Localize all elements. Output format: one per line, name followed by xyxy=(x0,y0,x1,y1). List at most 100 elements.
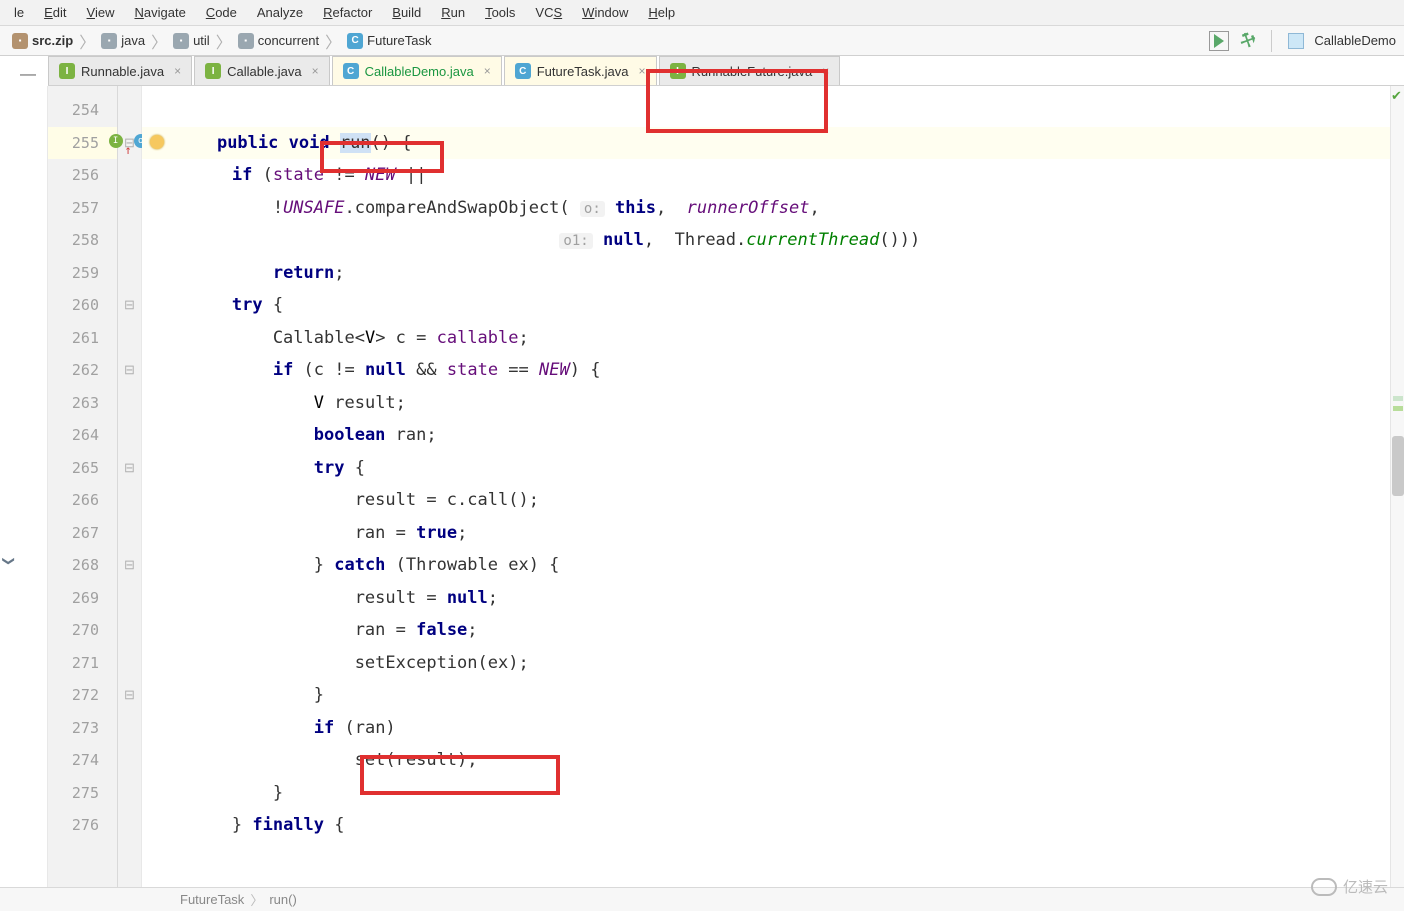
line-number[interactable]: 275 xyxy=(48,777,117,810)
menu-run[interactable]: Run xyxy=(431,2,475,23)
menu-tools[interactable]: Tools xyxy=(475,2,525,23)
code-line[interactable]: } xyxy=(142,679,1390,712)
build-icon[interactable]: ⚒ xyxy=(1236,28,1260,54)
class-icon xyxy=(347,33,363,49)
editor-tab[interactable]: Callable.java× xyxy=(194,56,329,85)
code-line[interactable] xyxy=(142,94,1390,127)
menu-edit[interactable]: Edit xyxy=(34,2,76,23)
close-icon[interactable]: × xyxy=(174,64,181,78)
menu-analyze[interactable]: Analyze xyxy=(247,2,313,23)
code-line[interactable]: set(result); xyxy=(142,744,1390,777)
menu-refactor[interactable]: Refactor xyxy=(313,2,382,23)
line-number[interactable]: 269 xyxy=(48,582,117,615)
breadcrumb-status-bar: FutureTask 〉 run() xyxy=(0,887,1404,911)
run-config-label[interactable]: CallableDemo xyxy=(1314,33,1396,48)
close-icon[interactable]: × xyxy=(822,64,829,78)
line-number[interactable]: 268 xyxy=(48,549,117,582)
run-button[interactable] xyxy=(1209,31,1229,51)
tab-label: CallableDemo.java xyxy=(365,64,474,79)
menu-window[interactable]: Window xyxy=(572,2,638,23)
code-line[interactable]: setException(ex); xyxy=(142,647,1390,680)
line-number[interactable]: 266 xyxy=(48,484,117,517)
code-line[interactable]: if (c != null && state == NEW) { xyxy=(142,354,1390,387)
editor-tab[interactable]: CallableDemo.java × xyxy=(332,56,502,85)
menu-le[interactable]: le xyxy=(4,2,34,23)
line-number[interactable]: 267 xyxy=(48,517,117,550)
line-number[interactable]: 271 xyxy=(48,647,117,680)
close-icon[interactable]: × xyxy=(312,64,319,78)
line-number[interactable]: 264 xyxy=(48,419,117,452)
close-icon[interactable]: × xyxy=(639,64,646,78)
editor-tab[interactable]: Runnable.java× xyxy=(48,56,192,85)
code-line[interactable]: result = c.call(); xyxy=(142,484,1390,517)
line-number[interactable]: 262 xyxy=(48,354,117,387)
tool-strip-left: ❯ xyxy=(0,86,48,887)
code-line[interactable]: V result; xyxy=(142,387,1390,420)
line-number[interactable]: 263 xyxy=(48,387,117,420)
code-line[interactable]: !UNSAFE.compareAndSwapObject( o: this, r… xyxy=(142,192,1390,225)
breadcrumb-item[interactable]: FutureTask xyxy=(343,33,435,49)
code-line[interactable]: try { xyxy=(142,289,1390,322)
line-number[interactable]: 276 xyxy=(48,809,117,842)
status-class[interactable]: FutureTask xyxy=(180,892,244,907)
line-number[interactable]: 255I↑ o↓ xyxy=(48,127,117,160)
line-number[interactable]: 256 xyxy=(48,159,117,192)
fold-gutter-cell xyxy=(118,94,141,127)
line-number[interactable]: 261 xyxy=(48,322,117,355)
code-line[interactable]: return; xyxy=(142,257,1390,290)
code-line[interactable]: result = null; xyxy=(142,582,1390,615)
code-line[interactable]: } xyxy=(142,777,1390,810)
breadcrumb-item[interactable]: ▪src.zip xyxy=(8,33,77,49)
code-line[interactable]: if (ran) xyxy=(142,712,1390,745)
menu-navigate[interactable]: Navigate xyxy=(124,2,195,23)
fold-icon[interactable]: ⊟ xyxy=(124,687,135,703)
code-editor[interactable]: public void run() { if (state != NEW || … xyxy=(142,86,1390,887)
fold-icon[interactable]: ⊟ xyxy=(124,557,135,573)
breadcrumb-item[interactable]: ▪ concurrent xyxy=(234,33,323,49)
code-line[interactable]: boolean ran; xyxy=(142,419,1390,452)
fold-gutter-cell xyxy=(118,614,141,647)
breadcrumb-item[interactable]: ▪java xyxy=(97,33,149,49)
line-number[interactable]: 272 xyxy=(48,679,117,712)
status-method[interactable]: run() xyxy=(269,892,296,907)
line-number[interactable]: 254 xyxy=(48,94,117,127)
breadcrumb-item[interactable]: ▪util xyxy=(169,33,214,49)
menu-view[interactable]: View xyxy=(77,2,125,23)
folder-icon: ▪ xyxy=(238,33,254,49)
override-icon[interactable]: I xyxy=(109,134,123,148)
editor-tab[interactable]: FutureTask.java× xyxy=(504,56,657,85)
fold-icon[interactable]: ⊟ xyxy=(124,362,135,378)
menu-build[interactable]: Build xyxy=(382,2,431,23)
line-number[interactable]: 273 xyxy=(48,712,117,745)
scrollbar-thumb[interactable] xyxy=(1392,436,1404,496)
fold-icon[interactable]: ⊟ xyxy=(124,460,135,476)
code-line[interactable]: if (state != NEW || xyxy=(142,159,1390,192)
code-line[interactable]: ran = true; xyxy=(142,517,1390,550)
chevron-icon: 〉 xyxy=(250,890,263,909)
structure-tool-icon[interactable]: ❯ xyxy=(2,556,16,566)
line-number[interactable]: 257 xyxy=(48,192,117,225)
bulb-icon[interactable] xyxy=(150,135,164,149)
menu-code[interactable]: Code xyxy=(196,2,247,23)
cloud-icon xyxy=(1311,878,1337,896)
line-number[interactable]: 274 xyxy=(48,744,117,777)
editor-tab[interactable]: RunnableFuture.java× xyxy=(659,56,841,85)
menu-vcs[interactable]: VCS xyxy=(525,2,572,23)
breadcrumb-label: concurrent xyxy=(258,33,319,48)
code-line[interactable]: ran = false; xyxy=(142,614,1390,647)
menu-help[interactable]: Help xyxy=(638,2,685,23)
close-icon[interactable]: × xyxy=(484,64,491,78)
line-number[interactable]: 270 xyxy=(48,614,117,647)
code-line[interactable]: o1: null, Thread.currentThread())) xyxy=(142,224,1390,257)
code-line[interactable]: } finally { xyxy=(142,809,1390,842)
code-line[interactable]: try { xyxy=(142,452,1390,485)
line-number[interactable]: 265 xyxy=(48,452,117,485)
fold-icon[interactable]: ⊟ xyxy=(124,297,135,313)
code-line[interactable]: Callable<V> c = callable; xyxy=(142,322,1390,355)
code-line[interactable]: public void run() { xyxy=(142,127,1390,160)
right-marker-bar[interactable]: ✔ xyxy=(1390,86,1404,887)
code-line[interactable]: } catch (Throwable ex) { xyxy=(142,549,1390,582)
line-number[interactable]: 259 xyxy=(48,257,117,290)
line-number[interactable]: 258 xyxy=(48,224,117,257)
line-number[interactable]: 260 xyxy=(48,289,117,322)
